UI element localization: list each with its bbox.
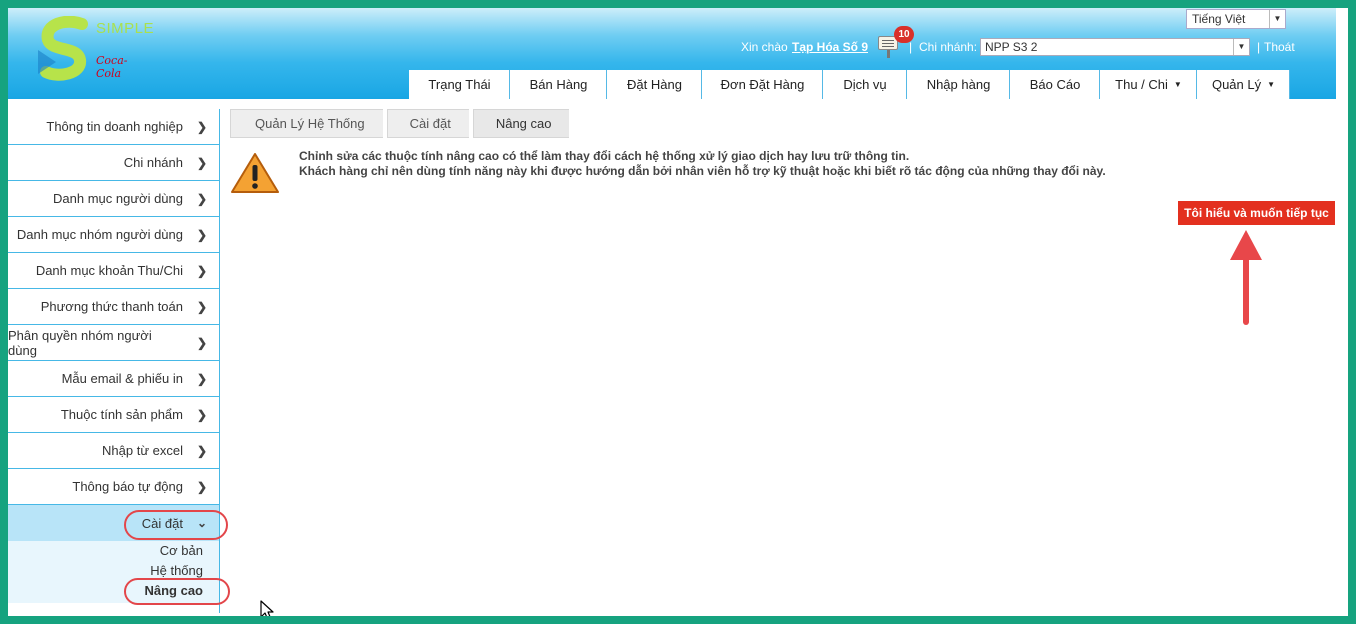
warning-icon <box>231 153 279 193</box>
tab-label: Báo Cáo <box>1029 77 1081 92</box>
tab-label: Nhập hàng <box>926 77 991 92</box>
tab-don-dat-hang[interactable]: Đơn Đặt Hàng <box>702 70 823 99</box>
chevron-right-icon: ❯ <box>196 227 207 242</box>
annotation-arrow-icon <box>1230 230 1262 325</box>
chevron-right-icon: ❯ <box>196 371 207 386</box>
branch-label: Chi nhánh: <box>919 40 978 54</box>
language-value: Tiếng Việt <box>1192 12 1246 26</box>
caret-down-icon: ▼ <box>1173 80 1182 89</box>
sidebar-item-danh-muc-nhom-nguoi-dung[interactable]: Danh mục nhóm người dùng ❯ <box>8 217 220 253</box>
sidebar-item-label: Thông báo tự động <box>72 479 183 494</box>
chevron-right-icon: ❯ <box>196 263 207 278</box>
sidebar-item-thuoc-tinh-san-pham[interactable]: Thuộc tính sản phẩm ❯ <box>8 397 220 433</box>
chevron-right-icon: ❯ <box>196 443 207 458</box>
greeting-text: Xin chào <box>741 40 788 54</box>
tab-label: Thu / Chi <box>1115 77 1168 92</box>
tab-label: Bán Hàng <box>529 77 588 92</box>
warning-message: Chỉnh sửa các thuộc tính nâng cao có thể… <box>299 149 1106 179</box>
chevron-right-icon: ❯ <box>196 407 207 422</box>
tab-dich-vu[interactable]: Dịch vụ <box>823 70 907 99</box>
logo[interactable]: SIMPLE Coca-Cola <box>36 15 154 82</box>
sidebar-item-label: Phương thức thanh toán <box>40 299 183 314</box>
submenu-item-co-ban[interactable]: Cơ bản <box>8 541 203 561</box>
sidebar-item-label: Nhập từ excel <box>102 443 183 458</box>
sidebar-item-label: Phân quyền nhóm người dùng <box>8 327 152 358</box>
tab-nhap-hang[interactable]: Nhập hàng <box>907 70 1010 99</box>
sidebar-item-nhap-tu-excel[interactable]: Nhập từ excel ❯ <box>8 433 220 469</box>
separator: | <box>1257 40 1261 54</box>
sidebar-item-phan-quyen-nhom-nguoi-dung[interactable]: Phân quyền nhóm người dùng ❯ <box>8 325 220 361</box>
sidebar-item-phuong-thuc-thanh-toan[interactable]: Phương thức thanh toán ❯ <box>8 289 220 325</box>
sidebar-item-label: Chi nhánh <box>123 155 183 170</box>
sidebar-item-label: Thuộc tính sản phẩm <box>60 407 183 422</box>
tab-label: Đơn Đặt Hàng <box>720 77 805 92</box>
breadcrumb-item-cai-dat[interactable]: Cài đặt <box>386 109 469 138</box>
sidebar-item-thong-tin-doanh-nghiep[interactable]: Thông tin doanh nghiệp ❯ <box>8 109 220 145</box>
right-edge <box>1336 8 1348 616</box>
chevron-right-icon: ❯ <box>196 299 207 314</box>
warning-line-1: Chỉnh sửa các thuộc tính nâng cao có thể… <box>299 149 910 163</box>
logout-link[interactable]: Thoát <box>1264 40 1295 54</box>
chevron-right-icon: ❯ <box>196 119 207 134</box>
sidebar-item-label: Danh mục người dùng <box>53 191 183 206</box>
tab-label: Đặt Hàng <box>627 77 682 92</box>
chevron-down-icon: ▼ <box>1233 39 1249 55</box>
sidebar-item-mau-email-phieu-in[interactable]: Mẫu email & phiếu in ❯ <box>8 361 220 397</box>
logo-text: SIMPLE <box>96 20 155 37</box>
chevron-right-icon: ❯ <box>196 479 207 494</box>
chevron-right-icon: ❯ <box>196 191 207 206</box>
chevron-right-icon: ❯ <box>196 155 207 170</box>
separator: | <box>909 40 913 54</box>
branch-value: NPP S3 2 <box>985 40 1038 54</box>
caret-down-icon: ▼ <box>1267 80 1276 89</box>
chevron-down-icon: ▼ <box>1269 10 1285 28</box>
tab-label: Trạng Thái <box>428 77 491 92</box>
annotation-circle-nang-cao <box>124 578 230 605</box>
logo-s-icon <box>38 15 88 81</box>
app-window: SIMPLE Coca-Cola Tiếng Việt ▼ Xin chào T… <box>8 8 1348 616</box>
sidebar-item-label: Mẫu email & phiếu in <box>61 371 183 386</box>
tab-ban-hang[interactable]: Bán Hàng <box>510 70 607 99</box>
mouse-cursor-icon <box>260 600 274 616</box>
shop-name-link[interactable]: Tạp Hóa Số 9 <box>792 40 868 54</box>
notice-board-pole <box>887 50 890 58</box>
main-nav-tabs: Trạng Thái Bán Hàng Đặt Hàng Đơn Đặt Hàn… <box>409 70 1290 99</box>
partner-logo-text: Coca-Cola <box>96 54 128 80</box>
notification-button[interactable]: 10 <box>876 26 914 58</box>
tab-bao-cao[interactable]: Báo Cáo <box>1010 70 1100 99</box>
branch-select[interactable]: NPP S3 2 ▼ <box>980 38 1250 56</box>
tab-label: Quản Lý <box>1211 77 1262 92</box>
language-select[interactable]: Tiếng Việt ▼ <box>1186 9 1286 29</box>
tab-label: Dịch vụ <box>843 77 887 92</box>
header: SIMPLE Coca-Cola Tiếng Việt ▼ Xin chào T… <box>8 8 1336 99</box>
sidebar-item-chi-nhanh[interactable]: Chi nhánh ❯ <box>8 145 220 181</box>
sidebar-item-label: Danh mục khoản Thu/Chi <box>35 263 183 278</box>
chevron-right-icon: ❯ <box>196 335 207 350</box>
sidebar-item-label: Danh mục nhóm người dùng <box>16 227 183 242</box>
breadcrumb-item-nang-cao: Nâng cao <box>472 109 570 138</box>
sidebar-item-label: Thông tin doanh nghiệp <box>46 119 183 134</box>
annotation-circle-cai-dat <box>124 510 228 540</box>
tab-quan-ly[interactable]: Quản Lý ▼ <box>1197 70 1290 99</box>
sidebar-item-thong-bao-tu-dong[interactable]: Thông báo tự động ❯ <box>8 469 220 505</box>
tab-trang-thai[interactable]: Trạng Thái <box>409 70 510 99</box>
sidebar-item-danh-muc-khoan-thu-chi[interactable]: Danh mục khoản Thu/Chi ❯ <box>8 253 220 289</box>
tab-thu-chi[interactable]: Thu / Chi ▼ <box>1100 70 1197 99</box>
breadcrumb: Quản Lý Hệ Thống Cài đặt Nâng cao <box>230 109 573 138</box>
sidebar-item-danh-muc-nguoi-dung[interactable]: Danh mục người dùng ❯ <box>8 181 220 217</box>
tab-dat-hang[interactable]: Đặt Hàng <box>607 70 702 99</box>
breadcrumb-item-quan-ly-he-thong[interactable]: Quản Lý Hệ Thống <box>230 109 383 138</box>
warning-line-2: Khách hàng chỉ nên dùng tính năng này kh… <box>299 164 1106 178</box>
